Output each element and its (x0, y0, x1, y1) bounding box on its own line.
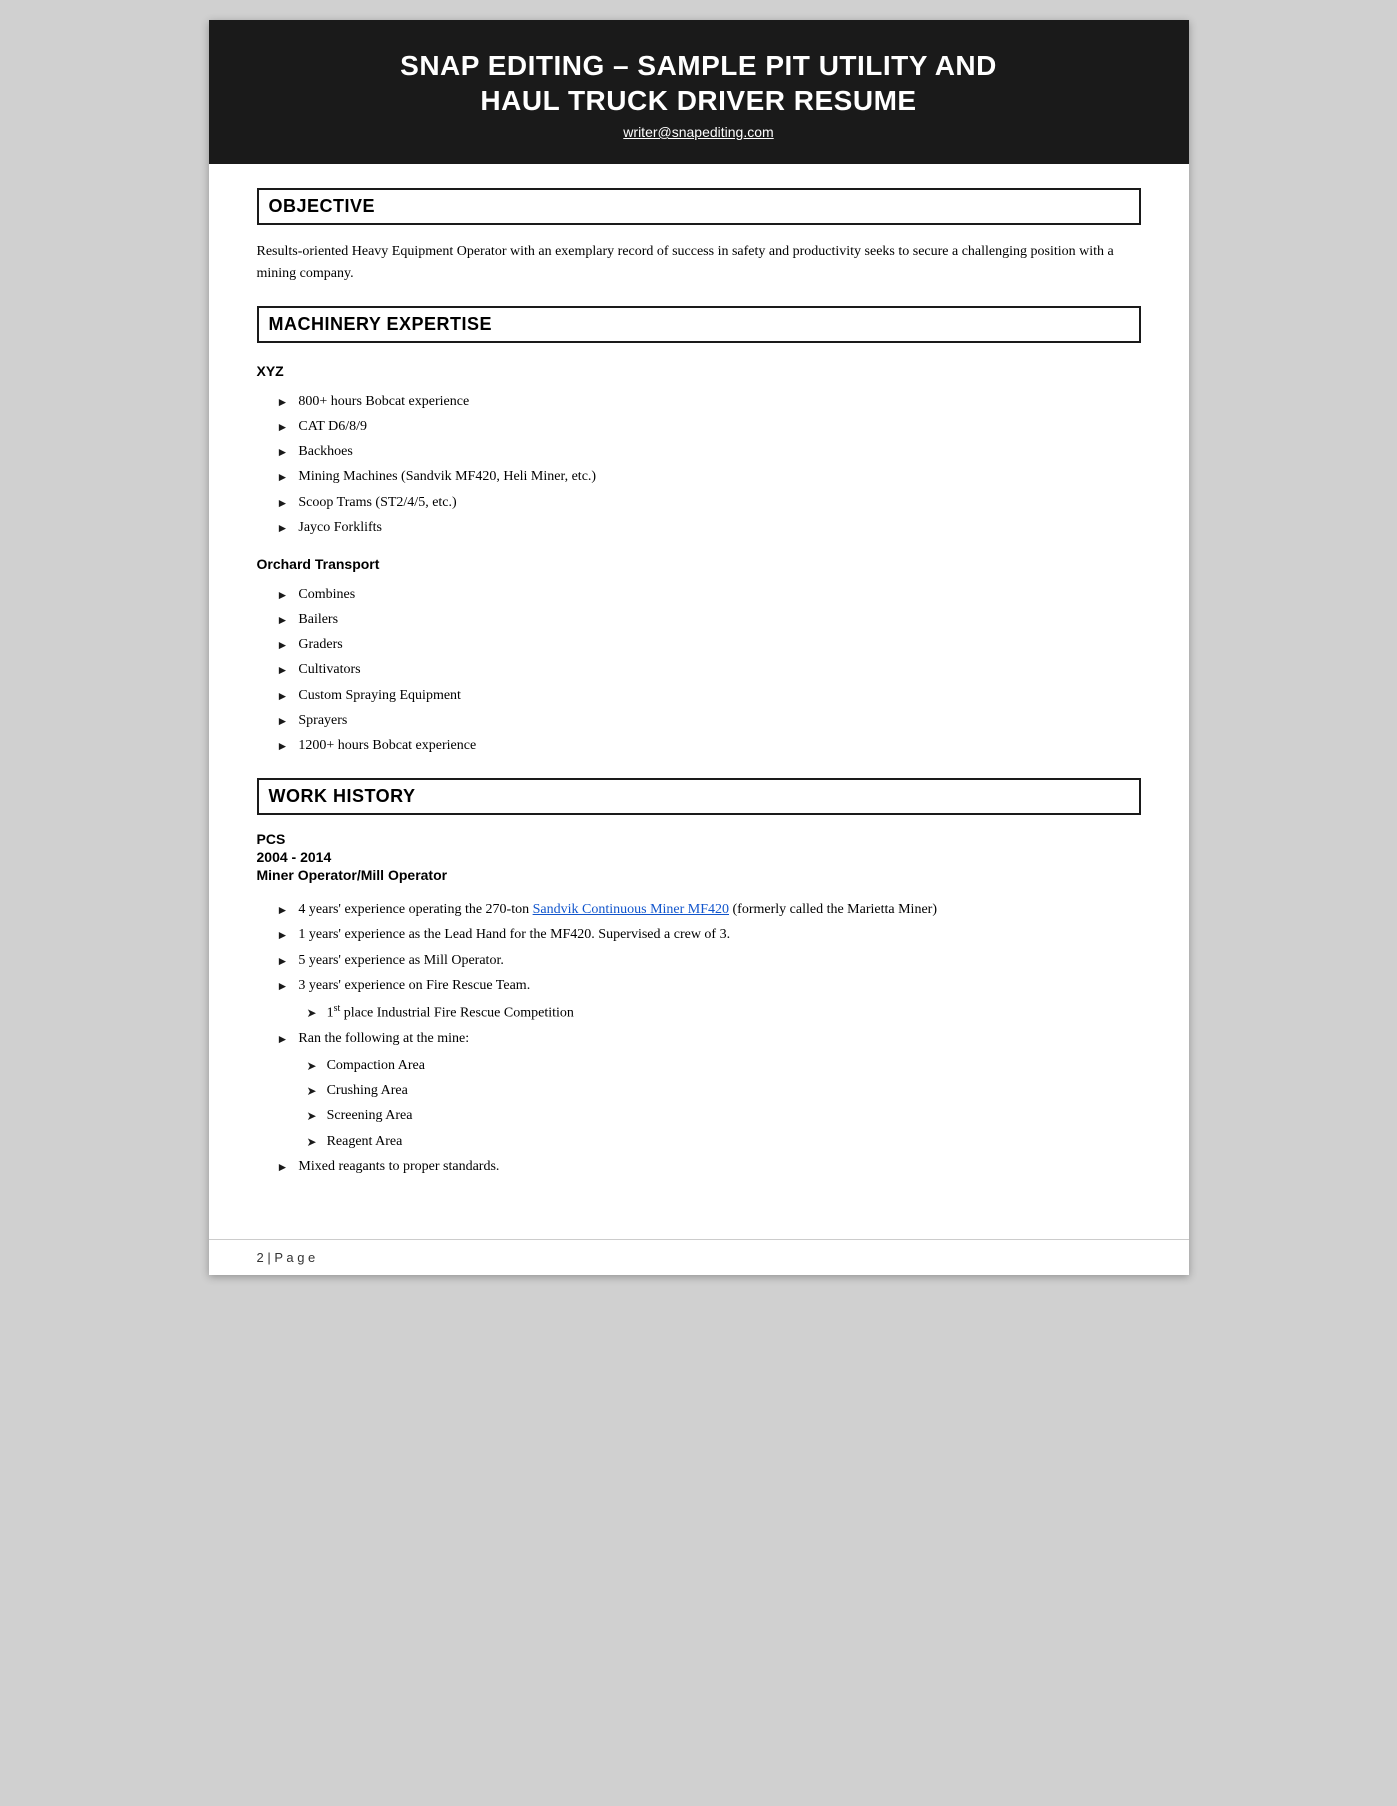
sub-arrow-icon: ➤ (307, 1132, 317, 1154)
bullet-arrow-icon: ► (277, 900, 289, 922)
header-title-line1: SNAP EDITING – SAMPLE PIT UTILITY AND (400, 50, 997, 81)
list-item: ►Jayco Forklifts (277, 515, 1141, 540)
sandvik-link[interactable]: Sandvik Continuous Miner MF420 (533, 902, 729, 917)
bullet-arrow-icon: ► (277, 392, 289, 414)
list-item: ► 5 years' experience as Mill Operator. (277, 948, 1141, 973)
bullet-arrow-icon: ► (277, 467, 289, 489)
list-item: ►Sprayers (277, 708, 1141, 733)
orchard-title: Orchard Transport (257, 556, 1141, 572)
bullet-arrow-icon: ► (277, 610, 289, 632)
list-item: ►Custom Spraying Equipment (277, 683, 1141, 708)
xyz-list: ►800+ hours Bobcat experience ►CAT D6/8/… (277, 389, 1141, 540)
bullet-arrow-icon: ► (277, 711, 289, 733)
orchard-list: ►Combines ►Bailers ►Graders ►Cultivators… (277, 582, 1141, 758)
mine-areas-sub-list: ➤ Compaction Area ➤ Crushing Area ➤ Scre… (307, 1053, 425, 1154)
bullet-arrow-icon: ► (277, 736, 289, 758)
list-item: ►Scoop Trams (ST2/4/5, etc.) (277, 490, 1141, 515)
fire-rescue-sub-list: ➤ 1st place Industrial Fire Rescue Compe… (307, 1000, 574, 1026)
xyz-title: XYZ (257, 363, 1141, 379)
sub-arrow-icon: ➤ (307, 1081, 317, 1103)
list-item: ➤ Crushing Area (307, 1078, 425, 1103)
list-item: ►1200+ hours Bobcat experience (277, 733, 1141, 758)
page: SNAP EDITING – SAMPLE PIT UTILITY AND HA… (209, 20, 1189, 1275)
content: OBJECTIVE Results-oriented Heavy Equipme… (209, 164, 1189, 1239)
bullet-arrow-icon: ► (277, 417, 289, 439)
work-history-title: WORK HISTORY (269, 786, 416, 806)
bullet-arrow-icon: ► (277, 976, 289, 998)
objective-title: OBJECTIVE (269, 196, 376, 216)
bullet-arrow-icon: ► (277, 1157, 289, 1179)
sub-arrow-icon: ➤ (307, 1106, 317, 1128)
header-email[interactable]: writer@snapediting.com (623, 124, 773, 140)
work-history-header: WORK HISTORY (257, 778, 1141, 815)
list-item: ►800+ hours Bobcat experience (277, 389, 1141, 414)
machinery-title: MACHINERY EXPERTISE (269, 314, 493, 334)
bullet-arrow-icon: ► (277, 635, 289, 657)
list-item: ➤ Screening Area (307, 1103, 425, 1128)
objective-header: OBJECTIVE (257, 188, 1141, 225)
sub-arrow-icon: ➤ (307, 1056, 317, 1078)
header: SNAP EDITING – SAMPLE PIT UTILITY AND HA… (209, 20, 1189, 164)
machinery-header: MACHINERY EXPERTISE (257, 306, 1141, 343)
list-item: ► 1 years' experience as the Lead Hand f… (277, 922, 1141, 947)
bullet-arrow-icon: ► (277, 493, 289, 515)
list-item: ►Graders (277, 632, 1141, 657)
list-item: ►Combines (277, 582, 1141, 607)
list-item: ►Backhoes (277, 439, 1141, 464)
work-company: PCS (257, 831, 1141, 847)
bullet-arrow-icon: ► (277, 518, 289, 540)
bullet-arrow-icon: ► (277, 1029, 289, 1051)
page-number: 2 | P a g e (257, 1250, 316, 1265)
page-footer: 2 | P a g e (209, 1239, 1189, 1275)
sub-arrow-icon: ➤ (307, 1003, 317, 1025)
header-title-line2: HAUL TRUCK DRIVER RESUME (480, 85, 916, 116)
machinery-section: MACHINERY EXPERTISE XYZ ►800+ hours Bobc… (257, 306, 1141, 758)
bullet-arrow-icon: ► (277, 585, 289, 607)
list-item: ➤ Reagent Area (307, 1129, 425, 1154)
bullet-arrow-icon: ► (277, 660, 289, 682)
bullet-arrow-icon: ► (277, 951, 289, 973)
bullet-arrow-icon: ► (277, 925, 289, 947)
work-bullets: ► 4 years' experience operating the 270-… (277, 897, 1141, 1179)
objective-section: OBJECTIVE Results-oriented Heavy Equipme… (257, 188, 1141, 286)
list-item: ►Cultivators (277, 657, 1141, 682)
list-item: ►Mining Machines (Sandvik MF420, Heli Mi… (277, 464, 1141, 489)
bullet-arrow-icon: ► (277, 686, 289, 708)
list-item: ➤ Compaction Area (307, 1053, 425, 1078)
list-item: ► 4 years' experience operating the 270-… (277, 897, 1141, 922)
list-item: ►CAT D6/8/9 (277, 414, 1141, 439)
objective-text: Results-oriented Heavy Equipment Operato… (257, 241, 1141, 286)
list-item: ►Bailers (277, 607, 1141, 632)
work-dates: 2004 - 2014 (257, 849, 1141, 865)
header-title: SNAP EDITING – SAMPLE PIT UTILITY AND HA… (249, 48, 1149, 118)
list-item: ► 3 years' experience on Fire Rescue Tea… (277, 973, 1141, 1026)
work-job-title: Miner Operator/Mill Operator (257, 867, 1141, 883)
list-item: ► Ran the following at the mine: ➤ Compa… (277, 1026, 1141, 1154)
bullet-arrow-icon: ► (277, 442, 289, 464)
list-item: ➤ 1st place Industrial Fire Rescue Compe… (307, 1000, 574, 1026)
list-item: ► Mixed reagants to proper standards. (277, 1154, 1141, 1179)
work-history-section: WORK HISTORY PCS 2004 - 2014 Miner Opera… (257, 778, 1141, 1179)
